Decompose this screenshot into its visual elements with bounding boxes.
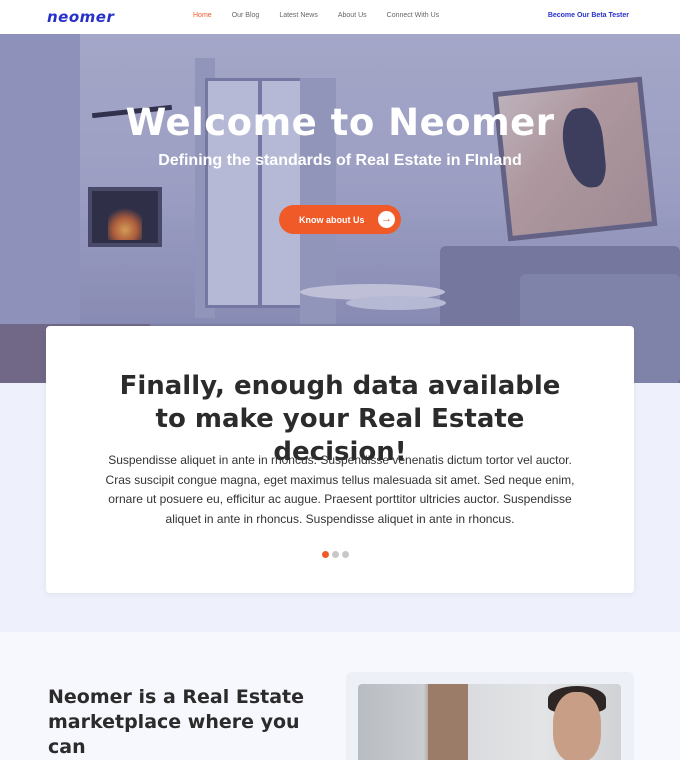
carousel-dot-2[interactable] <box>332 551 339 558</box>
beta-tester-link[interactable]: Become Our Beta Tester <box>548 12 629 19</box>
photo-person-face <box>553 692 601 760</box>
carousel-dot-3[interactable] <box>342 551 349 558</box>
nav-link-connect-with-us[interactable]: Connect With Us <box>387 12 440 19</box>
feature-card: Finally, enough data available to make y… <box>46 326 634 593</box>
card-body: Suspendisse aliquet in ante in rhoncus. … <box>105 453 575 526</box>
cta-label: Know about Us <box>299 214 365 225</box>
carousel-dot-1[interactable] <box>322 551 329 558</box>
photo-background-door <box>428 684 468 760</box>
about-section: Neomer is a Real Estate marketplace wher… <box>0 632 680 760</box>
nav-links: Home Our Blog Latest News About Us Conne… <box>193 12 459 19</box>
carousel-dots <box>322 551 349 558</box>
hero-subtitle: Defining the standards of Real Estate in… <box>158 152 522 169</box>
person-photo <box>358 684 621 760</box>
brand-logo[interactable]: neomer <box>47 8 114 26</box>
nav-link-our-blog[interactable]: Our Blog <box>232 12 260 19</box>
hero-title: Welcome to Neomer <box>125 101 555 144</box>
nav-link-home[interactable]: Home <box>193 12 212 19</box>
nav-link-latest-news[interactable]: Latest News <box>279 12 318 19</box>
section-title: Neomer is a Real Estate marketplace wher… <box>48 686 305 758</box>
arrow-right-icon: → <box>378 211 395 228</box>
nav-link-about-us[interactable]: About Us <box>338 12 367 19</box>
top-navbar: neomer Home Our Blog Latest News About U… <box>0 0 680 34</box>
know-about-us-button[interactable]: Know about Us → <box>279 205 401 234</box>
